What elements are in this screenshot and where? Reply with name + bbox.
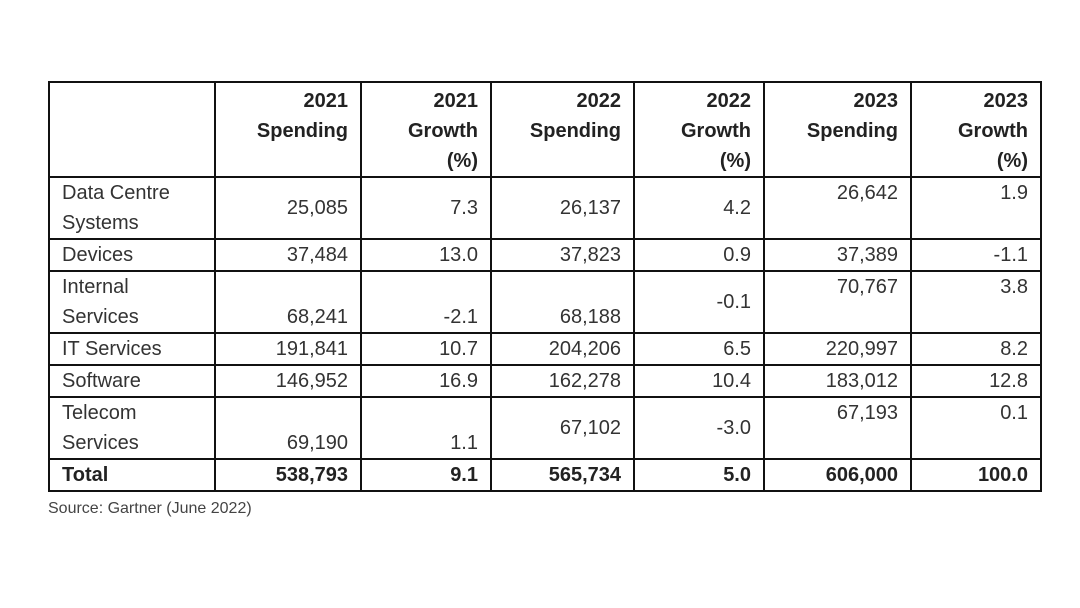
- header-metric: Spending: [806, 120, 898, 142]
- header-year: 2021: [433, 90, 479, 112]
- table-row: Telecom Services 69,190 1.1 67,102 -3.0 6…: [48, 396, 1042, 460]
- header-unit: (%): [719, 150, 751, 172]
- segment-cell: Software: [48, 364, 216, 398]
- cell-2023-spending: 70,767: [763, 270, 912, 334]
- header-segment: [48, 81, 216, 178]
- cell-2022-spending: 37,823: [490, 238, 635, 272]
- cell-2023-growth: 1.9: [910, 176, 1042, 240]
- cell-2023-spending: 37,389: [763, 238, 912, 272]
- cell-2022-growth: 4.2: [633, 176, 765, 240]
- table-row: Devices 37,484 13.0 37,823 0.9 37,389 -1…: [48, 238, 1042, 272]
- cell-2023-growth: 100.0: [910, 458, 1042, 492]
- cell-2023-spending: 183,012: [763, 364, 912, 398]
- cell-2021-growth: 16.9: [360, 364, 492, 398]
- cell-2022-spending: 26,137: [490, 176, 635, 240]
- cell-2021-spending: 37,484: [214, 238, 362, 272]
- table-row: Internal Services 68,241 -2.1 68,188 -0.1…: [48, 270, 1042, 334]
- table-row: IT Services 191,841 10.7 204,206 6.5 220…: [48, 332, 1042, 366]
- header-metric: Growth: [408, 120, 478, 142]
- cell-2023-growth: 12.8: [910, 364, 1042, 398]
- cell-2023-spending: 220,997: [763, 332, 912, 366]
- cell-2021-spending: 191,841: [214, 332, 362, 366]
- segment-label: Data Centre: [62, 182, 170, 204]
- segment-cell: Total: [48, 458, 216, 492]
- header-unit: (%): [446, 150, 478, 172]
- cell-2021-spending: 68,241: [214, 270, 362, 334]
- segment-cell: Internal Services: [48, 270, 216, 334]
- table-row: Data Centre Systems 25,085 7.3 26,137 4.2…: [48, 176, 1042, 240]
- segment-cell: Devices: [48, 238, 216, 272]
- header-2022-growth: 2022 Growth (%): [633, 81, 765, 178]
- segment-cell: IT Services: [48, 332, 216, 366]
- segment-label: Services: [62, 306, 139, 328]
- cell-2021-growth: 7.3: [360, 176, 492, 240]
- segment-label: Systems: [62, 212, 139, 234]
- header-2021-growth: 2021 Growth (%): [360, 81, 492, 178]
- cell-2021-growth: -2.1: [360, 270, 492, 334]
- cell-2023-spending: 26,642: [763, 176, 912, 240]
- cell-2022-spending: 68,188: [490, 270, 635, 334]
- cell-2023-growth: 8.2: [910, 332, 1042, 366]
- cell-2022-growth: -0.1: [633, 270, 765, 334]
- header-metric: Growth: [958, 120, 1028, 142]
- cell-2022-spending: 67,102: [490, 396, 635, 460]
- cell-2021-growth: 10.7: [360, 332, 492, 366]
- cell-2022-growth: 5.0: [633, 458, 765, 492]
- header-year: 2021: [303, 90, 349, 112]
- cell-2021-spending: 25,085: [214, 176, 362, 240]
- header-year: 2022: [576, 90, 622, 112]
- source-note: Source: Gartner (June 2022): [48, 500, 252, 517]
- segment-label: Internal: [62, 276, 129, 298]
- cell-2021-growth: 9.1: [360, 458, 492, 492]
- segment-label: Services: [62, 432, 139, 454]
- cell-2022-growth: -3.0: [633, 396, 765, 460]
- header-year: 2023: [853, 90, 899, 112]
- header-year: 2023: [983, 90, 1029, 112]
- total-row: Total 538,793 9.1 565,734 5.0 606,000 10…: [48, 458, 1042, 492]
- cell-2023-growth: 0.1: [910, 396, 1042, 460]
- cell-2021-growth: 1.1: [360, 396, 492, 460]
- table-row: Software 146,952 16.9 162,278 10.4 183,0…: [48, 364, 1042, 398]
- header-metric: Spending: [529, 120, 621, 142]
- cell-2021-growth: 13.0: [360, 238, 492, 272]
- cell-2022-growth: 6.5: [633, 332, 765, 366]
- header-2022-spending: 2022 Spending: [490, 81, 635, 178]
- cell-2023-growth: -1.1: [910, 238, 1042, 272]
- header-2021-spending: 2021 Spending: [214, 81, 362, 178]
- cell-2021-spending: 146,952: [214, 364, 362, 398]
- cell-2021-spending: 69,190: [214, 396, 362, 460]
- cell-2023-growth: 3.8: [910, 270, 1042, 334]
- segment-label: Telecom: [62, 402, 137, 424]
- header-row: 2021 Spending 2021 Growth (%) 2022 Spending …: [48, 81, 1042, 178]
- spending-table: 2021 Spending 2021 Growth (%) 2022 Spending …: [48, 81, 1042, 492]
- cell-2023-spending: 67,193: [763, 396, 912, 460]
- header-2023-spending: 2023 Spending: [763, 81, 912, 178]
- cell-2022-spending: 204,206: [490, 332, 635, 366]
- header-metric: Spending: [256, 120, 348, 142]
- header-2023-growth: 2023 Growth (%): [910, 81, 1042, 178]
- cell-2022-growth: 0.9: [633, 238, 765, 272]
- cell-2023-spending: 606,000: [763, 458, 912, 492]
- segment-cell: Data Centre Systems: [48, 176, 216, 240]
- header-metric: Growth: [681, 120, 751, 142]
- cell-2022-growth: 10.4: [633, 364, 765, 398]
- cell-2022-spending: 162,278: [490, 364, 635, 398]
- segment-cell: Telecom Services: [48, 396, 216, 460]
- cell-2021-spending: 538,793: [214, 458, 362, 492]
- cell-2022-spending: 565,734: [490, 458, 635, 492]
- header-unit: (%): [996, 150, 1028, 172]
- header-year: 2022: [706, 90, 752, 112]
